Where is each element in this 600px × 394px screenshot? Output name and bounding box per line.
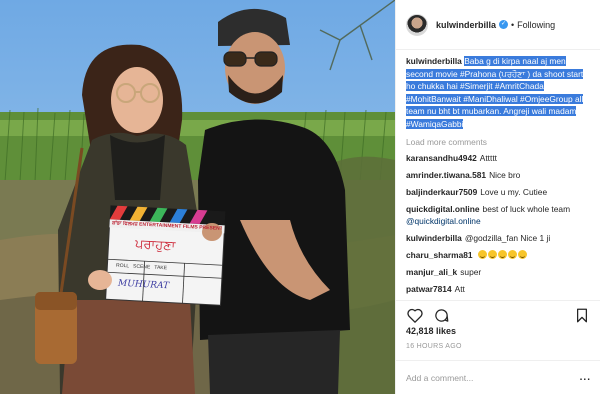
comment-text: Nice bro: [489, 169, 521, 180]
comment-item: charu_sharma81: [406, 250, 591, 262]
caption: kulwinderbilla Baba g di kirpa naal aj m…: [406, 55, 591, 131]
photo-illustration: [0, 0, 395, 394]
comment-item: quickdigital.online best of luck whole te…: [406, 204, 591, 227]
comment-item: amrinder.tiwana.581 Nice bro: [406, 170, 591, 182]
caption-username[interactable]: kulwinderbilla: [406, 56, 462, 66]
comment-item: patwar7814 Att: [406, 284, 591, 296]
heart-icon[interactable]: [406, 307, 424, 325]
comment-username[interactable]: karansandhu4942: [406, 153, 477, 163]
comment-icon[interactable]: [432, 307, 450, 325]
comment-text: best of luck whole team: [482, 204, 571, 215]
comment-text: Love u my. Cutiee: [480, 186, 548, 197]
add-comment-placeholder[interactable]: Add a comment...: [406, 373, 473, 383]
post-timestamp: 16 HOURS AGO: [406, 343, 462, 350]
comment-text: Att: [454, 284, 465, 295]
load-more-comments-link[interactable]: Load more comments: [406, 137, 591, 147]
verified-badge-icon: ✓: [499, 20, 509, 29]
header-username[interactable]: kulwinderbilla: [436, 20, 496, 30]
more-options-icon[interactable]: ...: [580, 372, 591, 383]
post-side-panel: kulwinderbilla ✓ • Following kulwinderbi…: [395, 0, 600, 394]
comment-item: manjur_ali_k super: [406, 267, 591, 279]
add-comment-field[interactable]: Add a comment... ...: [396, 360, 600, 394]
following-button[interactable]: Following: [517, 20, 555, 30]
smiley-emoji-icon: [517, 250, 527, 260]
comment-text: super: [460, 267, 482, 278]
smiley-emoji-icon: [477, 250, 487, 260]
comment-username[interactable]: manjur_ali_k: [406, 267, 457, 277]
comment-username[interactable]: charu_sharma81: [406, 250, 473, 260]
comment-username[interactable]: baljinderkaur7509: [406, 187, 477, 197]
smiley-emoji-icon: [507, 250, 517, 260]
caption-text: Baba g di kirpa naal aj men second movie…: [406, 56, 584, 129]
separator-dot: •: [511, 19, 515, 30]
smiley-emoji-icon: [497, 250, 507, 260]
clapper-title: ਪਰਾਹੁਣਾ: [134, 236, 176, 255]
avatar[interactable]: [406, 13, 428, 36]
comment-item: karansandhu4942 Attttt: [406, 153, 591, 165]
comment-text: @godzilla_fan Nice 1 ji: [464, 232, 551, 243]
comment-mention-link[interactable]: @quickdigital.online: [406, 216, 481, 226]
comment-item: baljinderkaur7509 Love u my. Cutiee: [406, 187, 591, 199]
likes-count[interactable]: 42,818 likes: [406, 326, 456, 336]
comment-username[interactable]: patwar7814: [406, 284, 452, 294]
post-header: kulwinderbilla ✓ • Following: [396, 0, 600, 50]
smiley-emoji-icon: [487, 250, 497, 260]
bookmark-icon[interactable]: [573, 307, 591, 325]
comment-username[interactable]: kulwinderbilla: [406, 233, 462, 243]
comment-text: Attttt: [479, 152, 497, 163]
comments-list: kulwinderbilla Baba g di kirpa naal aj m…: [396, 55, 600, 302]
post-photo[interactable]: ਸ਼ਾਂਡਾ ਫਿਲਮਜ਼ ENTERTAINMENT FILMS PRESEN…: [0, 0, 395, 394]
comment-username[interactable]: quickdigital.online: [406, 204, 480, 214]
comment-username[interactable]: amrinder.tiwana.581: [406, 170, 486, 180]
comment-item: kulwinderbilla @godzilla_fan Nice 1 ji: [406, 233, 591, 245]
